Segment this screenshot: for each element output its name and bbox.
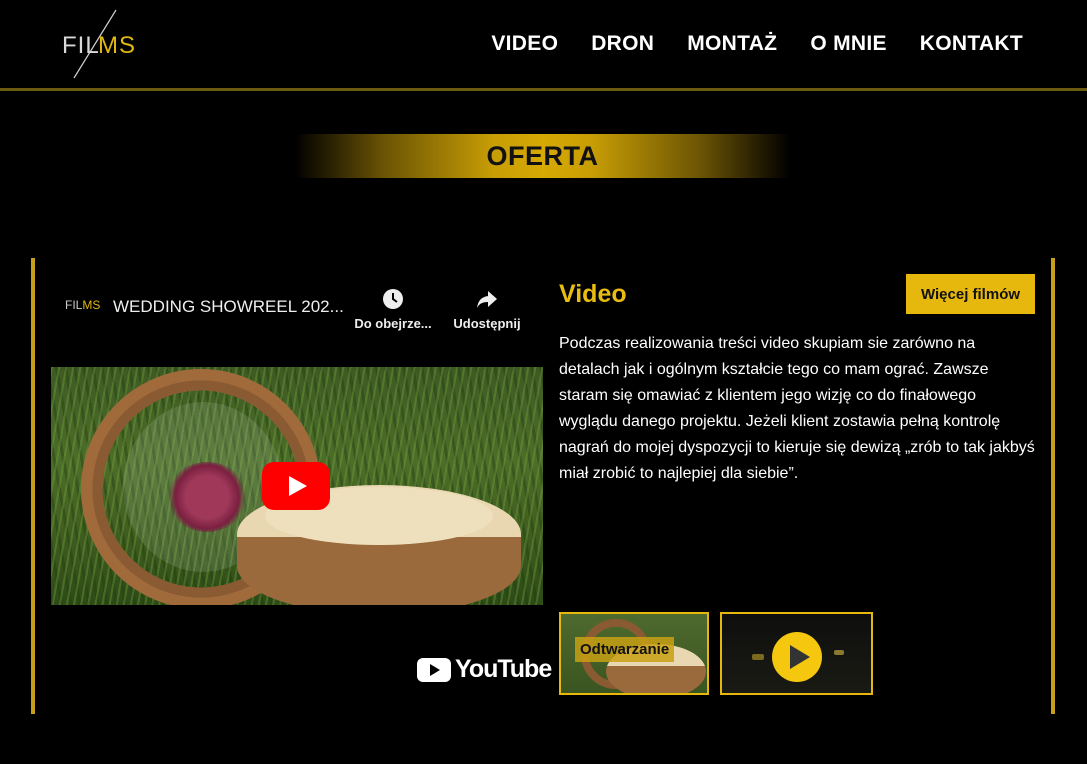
main-nav: VIDEO DRON MONTAŻ O MNIE KONTAKT — [491, 32, 1023, 56]
youtube-embed[interactable]: FILMS WEDDING SHOWREEL 202... Do obejrze… — [51, 270, 552, 700]
play-icon[interactable] — [772, 632, 822, 682]
clock-icon — [383, 289, 403, 309]
now-playing-label: Odtwarzanie — [575, 637, 675, 662]
oferta-banner: OFERTA — [295, 134, 790, 178]
watch-later-label: Do obejrze... — [354, 316, 432, 331]
right-border-line — [1051, 258, 1055, 714]
site-header: FIL MS VIDEO DRON MONTAŻ O MNIE KONTAKT — [0, 0, 1087, 91]
watch-later-button[interactable]: Do obejrze... — [348, 288, 438, 331]
channel-logo-fil: FIL — [65, 298, 83, 312]
share-label: Udostępnij — [453, 316, 521, 331]
share-button[interactable]: Udostępnij — [442, 288, 532, 331]
nav-dron[interactable]: DRON — [591, 32, 654, 56]
video-title[interactable]: WEDDING SHOWREEL 202... — [113, 297, 344, 317]
nav-video[interactable]: VIDEO — [491, 32, 558, 56]
logo-text-fil: FIL — [62, 32, 100, 59]
section-title: Video — [559, 280, 627, 308]
nav-kontakt[interactable]: KONTAKT — [920, 32, 1023, 56]
section-description: Podczas realizowania treści video skupia… — [559, 335, 1035, 482]
video-thumbnail[interactable] — [51, 367, 543, 605]
oferta-title: OFERTA — [486, 140, 599, 171]
channel-avatar[interactable]: FILMS — [65, 298, 100, 312]
youtube-play-logo-icon — [417, 657, 451, 682]
video-thumbnail-2[interactable] — [720, 612, 873, 695]
youtube-play-icon[interactable] — [262, 462, 330, 510]
films-logo[interactable]: FIL MS — [58, 8, 148, 80]
channel-logo-ms: MS — [82, 298, 101, 312]
more-films-button[interactable]: Więcej filmów — [906, 274, 1035, 314]
youtube-wordmark: YouTube — [455, 655, 552, 683]
nav-o-mnie[interactable]: O MNIE — [810, 32, 886, 56]
share-icon — [477, 291, 497, 308]
thumb-light — [752, 654, 764, 660]
pressed-flower — [167, 462, 247, 532]
youtube-logo[interactable]: YouTube — [417, 655, 552, 684]
video-thumbnail-1[interactable]: Odtwarzanie — [559, 612, 709, 695]
thumb-light-2 — [834, 650, 844, 655]
left-border-line — [31, 258, 35, 714]
logo-text-ms: MS — [98, 32, 136, 59]
embed-header: FILMS WEDDING SHOWREEL 202... Do obejrze… — [51, 270, 543, 340]
nav-montaz[interactable]: MONTAŻ — [687, 32, 777, 56]
